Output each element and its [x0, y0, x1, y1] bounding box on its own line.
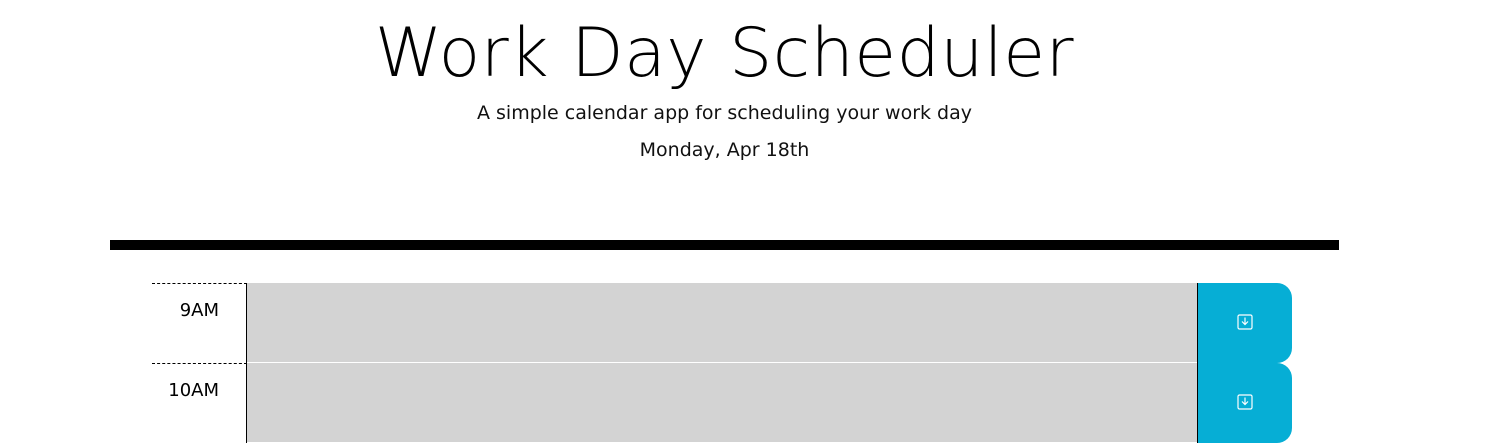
- save-button[interactable]: [1197, 283, 1292, 363]
- time-block-9am: 9AM: [152, 283, 1292, 363]
- current-day: Monday, Apr 18th: [639, 139, 810, 161]
- scheduler-container: 9AM 10AM: [152, 283, 1292, 443]
- save-icon: [1237, 313, 1253, 333]
- page-title: Work Day Scheduler: [374, 14, 1075, 93]
- hour-label: 10AM: [152, 363, 247, 443]
- description-input[interactable]: [247, 283, 1197, 363]
- hour-label: 9AM: [152, 283, 247, 363]
- page-subtitle: A simple calendar app for scheduling you…: [476, 102, 973, 124]
- save-button[interactable]: [1197, 363, 1292, 443]
- time-block-10am: 10AM: [152, 363, 1292, 443]
- description-input[interactable]: [247, 363, 1197, 443]
- save-icon: [1237, 393, 1253, 413]
- header: Work Day Scheduler A simple calendar app…: [110, 0, 1339, 250]
